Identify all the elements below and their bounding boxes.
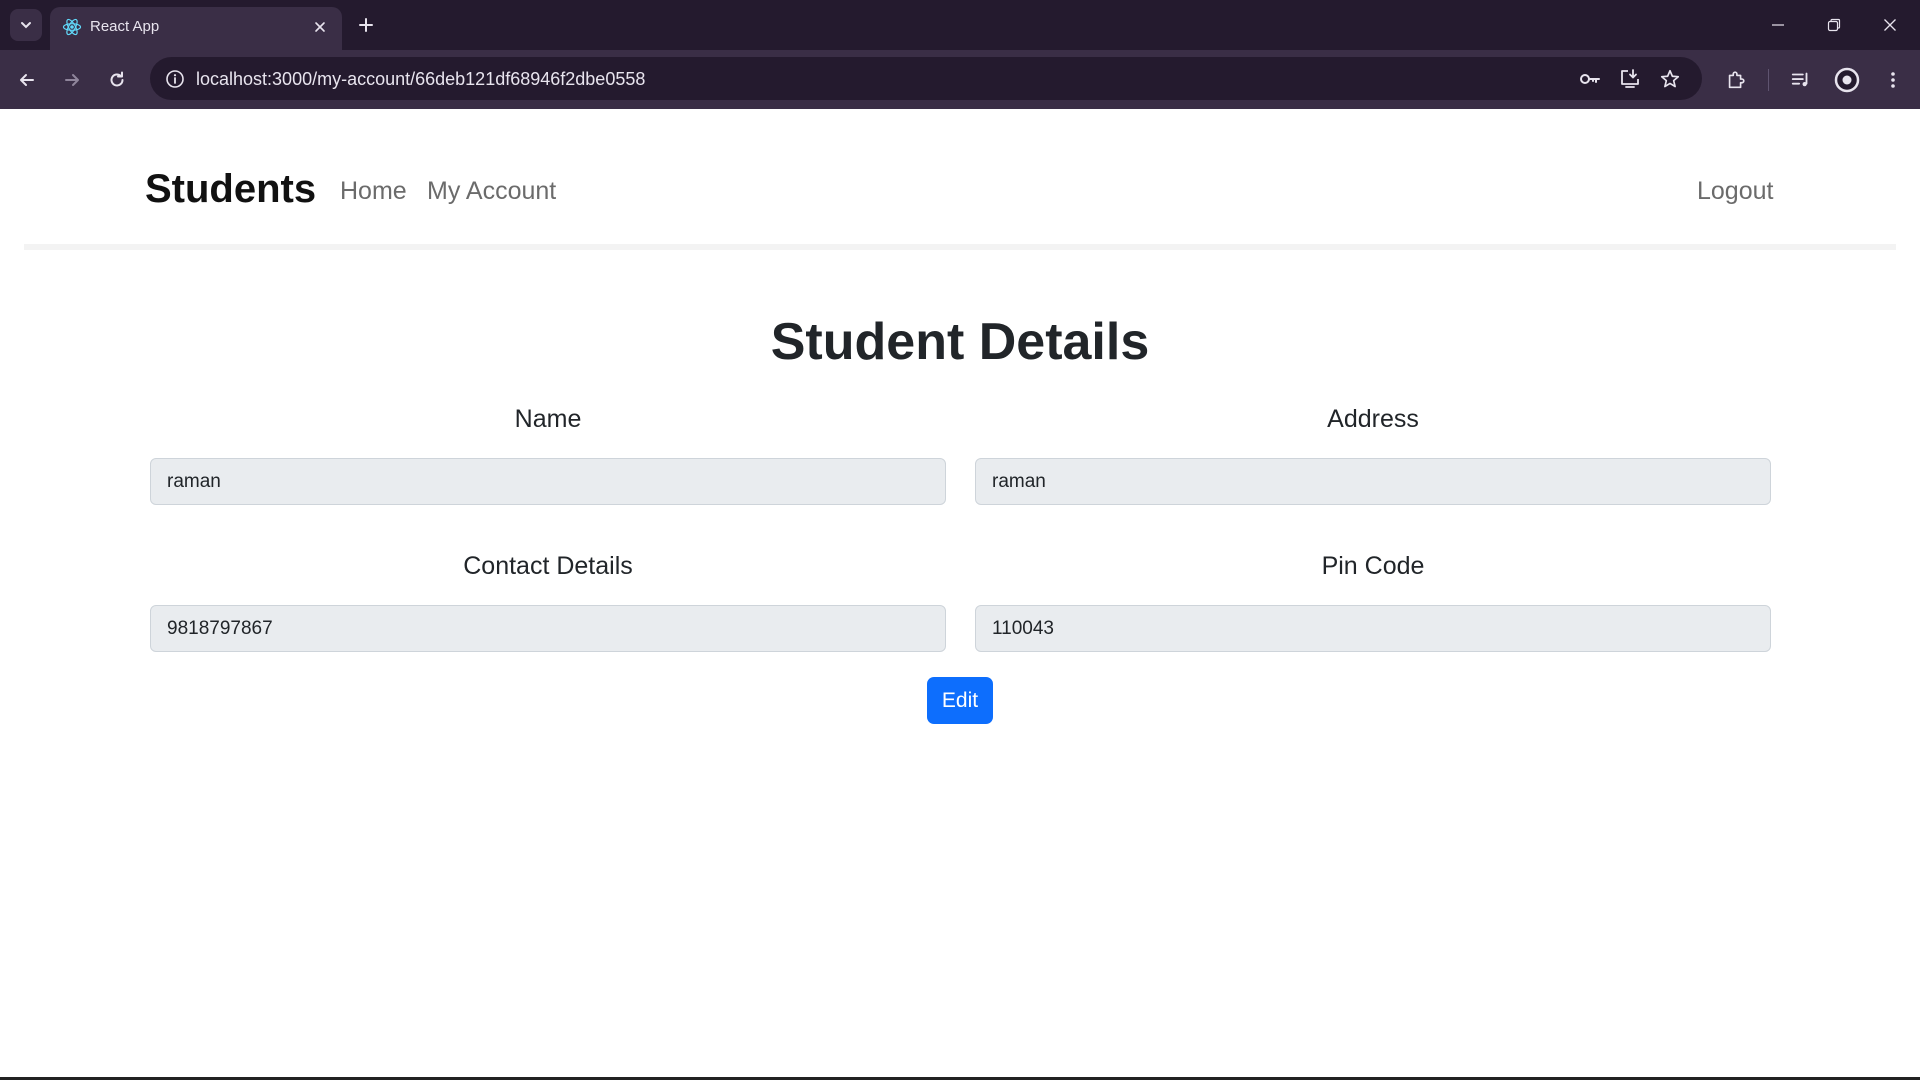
arrow-right-icon xyxy=(65,74,79,86)
info-icon xyxy=(166,70,184,88)
avatar-icon xyxy=(1834,67,1860,93)
install-app-button[interactable] xyxy=(1614,63,1646,95)
tab-title: React App xyxy=(90,18,160,35)
forward-button[interactable] xyxy=(55,63,89,97)
logout-link[interactable]: Logout xyxy=(1697,177,1773,206)
minimize-icon xyxy=(1772,24,1784,26)
browser-toolbar: localhost:3000/my-account/66deb121df6894… xyxy=(0,50,1920,109)
contact-details-field[interactable] xyxy=(150,605,946,652)
address-field[interactable] xyxy=(975,458,1771,505)
browser-tab-active[interactable]: React App xyxy=(50,7,342,50)
close-icon xyxy=(1884,19,1896,31)
page-title: Student Details xyxy=(770,313,1150,371)
name-field[interactable] xyxy=(150,458,946,505)
install-icon xyxy=(1621,69,1639,88)
address-label: Address xyxy=(1327,405,1419,433)
reload-button[interactable] xyxy=(100,63,134,97)
chevron-down-icon xyxy=(21,22,31,29)
password-key-button[interactable] xyxy=(1574,63,1606,95)
plus-icon xyxy=(359,18,373,32)
browser-menu-button[interactable] xyxy=(1876,63,1910,97)
arrow-left-icon xyxy=(20,74,34,86)
window-close-button[interactable] xyxy=(1862,0,1918,50)
address-url[interactable]: localhost:3000/my-account/66deb121df6894… xyxy=(196,69,645,90)
address-bar[interactable]: localhost:3000/my-account/66deb121df6894… xyxy=(150,57,1702,100)
media-controls-button[interactable] xyxy=(1784,63,1818,97)
edit-button[interactable]: Edit xyxy=(927,677,993,724)
pin-code-label: Pin Code xyxy=(1321,552,1425,580)
nav-link-my-account[interactable]: My Account xyxy=(427,177,556,206)
reload-icon xyxy=(110,71,124,87)
playlist-icon xyxy=(1791,72,1808,87)
nav-link-home[interactable]: Home xyxy=(340,177,407,206)
tab-close-button[interactable] xyxy=(308,15,332,39)
tab-search-button[interactable] xyxy=(10,9,42,41)
pin-code-field[interactable] xyxy=(975,605,1771,652)
browser-tabstrip: React App xyxy=(0,0,1920,50)
site-info-button[interactable] xyxy=(160,64,190,94)
restore-button[interactable] xyxy=(1806,0,1862,50)
toolbar-divider xyxy=(1768,69,1769,91)
extensions-button[interactable] xyxy=(1719,63,1753,97)
navbar-brand[interactable]: Students xyxy=(145,167,316,212)
more-vertical-icon xyxy=(1891,72,1895,88)
star-icon xyxy=(1660,69,1680,88)
contact-details-label: Contact Details xyxy=(463,552,633,580)
profile-button[interactable] xyxy=(1830,63,1864,97)
name-label: Name xyxy=(514,405,582,433)
close-icon xyxy=(315,22,325,32)
site-navbar: Students Home My Account Logout xyxy=(24,109,1896,250)
back-button[interactable] xyxy=(10,63,44,97)
bookmark-star-button[interactable] xyxy=(1654,63,1686,95)
puzzle-icon xyxy=(1728,71,1745,89)
minimize-button[interactable] xyxy=(1750,0,1806,50)
react-logo-icon xyxy=(62,18,82,36)
restore-icon xyxy=(1827,18,1841,32)
key-icon xyxy=(1580,74,1600,84)
new-tab-button[interactable] xyxy=(350,9,382,41)
